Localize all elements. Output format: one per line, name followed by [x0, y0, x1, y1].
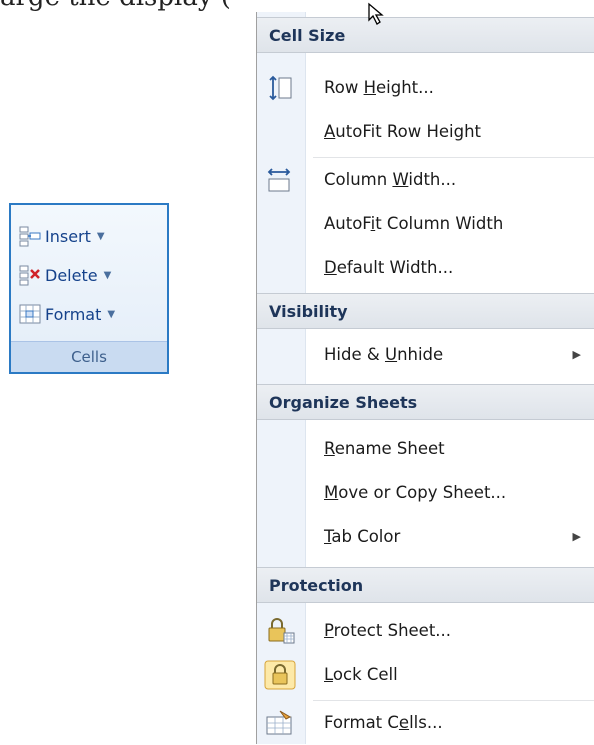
format-dropdown-menu: Cell Size Row Height... AutoFit Row Heig… — [256, 2, 594, 745]
insert-cells-icon — [19, 226, 41, 247]
cells-group: Insert ▼ Delete ▼ Format ▼ Cells — [9, 203, 169, 374]
menu-item-hide-unhide[interactable]: Hide & Unhide ▶ — [257, 333, 594, 377]
menu-item-rename-sheet[interactable]: Rename Sheet — [257, 427, 594, 471]
delete-button[interactable]: Delete ▼ — [19, 260, 111, 290]
menu-item-move-copy-sheet[interactable]: Move or Copy Sheet... — [257, 471, 594, 515]
protect-sheet-label: Protect Sheet... — [324, 621, 452, 640]
submenu-arrow-icon: ▶ — [572, 530, 581, 543]
menu-item-default-width[interactable]: Default Width... — [257, 246, 594, 290]
column-width-label: Column Width... — [324, 170, 457, 189]
tab-color-label: Tab Color — [324, 527, 401, 546]
format-label: Format — [45, 304, 102, 324]
delete-cells-icon — [19, 265, 40, 286]
menu-item-protect-sheet[interactable]: Protect Sheet... — [257, 609, 594, 653]
chevron-down-icon: ▼ — [107, 308, 116, 320]
hide-unhide-label: Hide & Unhide — [324, 345, 444, 364]
row-height-label: Row Height... — [324, 78, 434, 97]
protect-sheet-icon — [268, 618, 295, 644]
menu-item-autofit-column-width[interactable]: AutoFit Column Width — [257, 202, 594, 246]
chevron-down-icon: ▼ — [96, 230, 105, 242]
format-cells-icon — [19, 304, 41, 324]
format-button[interactable]: Format ▼ — [19, 299, 115, 329]
section-header-cell-size: Cell Size — [257, 17, 594, 53]
menu-item-autofit-row-height[interactable]: AutoFit Row Height — [257, 110, 594, 154]
autofit-row-height-label: AutoFit Row Height — [324, 122, 482, 141]
menu-item-format-cells[interactable]: Format Cells... — [257, 701, 594, 745]
group-label: Cells — [11, 341, 167, 372]
caption-fragment: arge the display ( — [0, 0, 380, 12]
move-copy-sheet-label: Move or Copy Sheet... — [324, 483, 507, 502]
format-cells-dialog-icon — [266, 710, 292, 735]
section-header-protection: Protection — [257, 567, 594, 603]
lock-cell-label: Lock Cell — [324, 665, 398, 684]
section-header-organize-sheets: Organize Sheets — [257, 384, 594, 420]
rename-sheet-label: Rename Sheet — [324, 439, 445, 458]
column-width-icon — [267, 168, 291, 192]
chevron-down-icon: ▼ — [103, 269, 112, 281]
menu-item-tab-color[interactable]: Tab Color ▶ — [257, 515, 594, 559]
insert-button[interactable]: Insert ▼ — [19, 221, 105, 251]
autofit-column-width-label: AutoFit Column Width — [324, 214, 504, 233]
section-header-visibility: Visibility — [257, 293, 594, 329]
format-cells-label: Format Cells... — [324, 713, 443, 732]
menu-item-column-width[interactable]: Column Width... — [257, 158, 594, 202]
mouse-cursor-icon — [368, 2, 384, 25]
submenu-arrow-icon: ▶ — [572, 348, 581, 361]
row-height-icon — [269, 75, 292, 101]
delete-label: Delete — [45, 265, 98, 285]
menu-item-row-height[interactable]: Row Height... — [257, 66, 594, 110]
menu-item-lock-cell[interactable]: Lock Cell — [257, 653, 594, 697]
lock-icon — [264, 660, 296, 690]
insert-label: Insert — [45, 226, 91, 246]
default-width-label: Default Width... — [324, 258, 454, 277]
